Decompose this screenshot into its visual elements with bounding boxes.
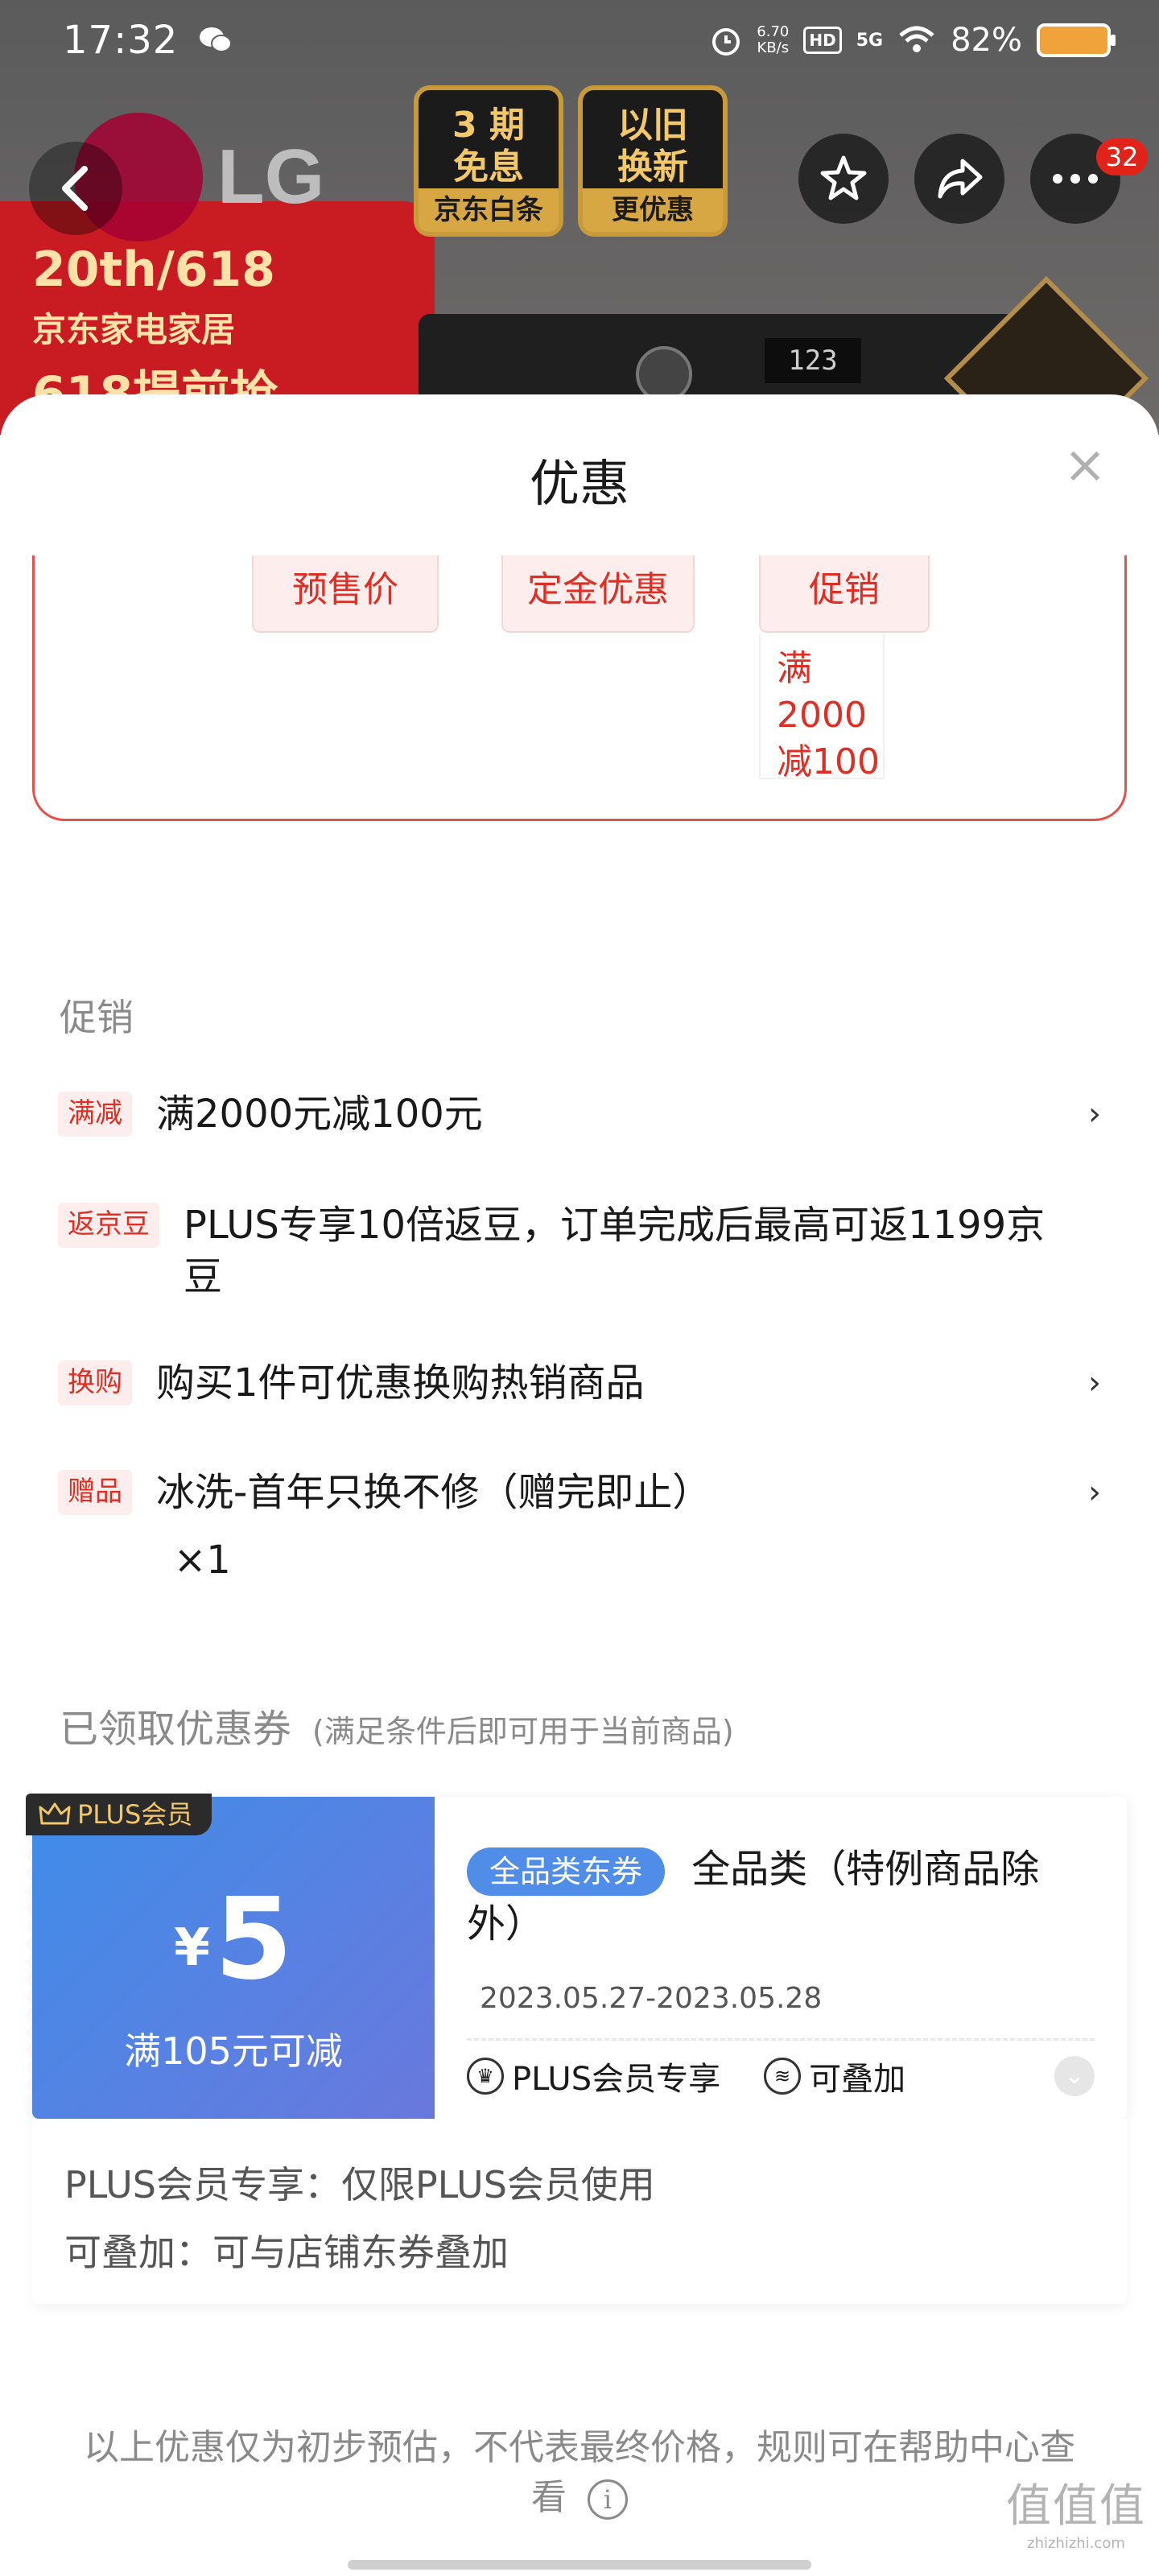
promotion-tag: 促销 [759, 555, 930, 633]
coupon-tag-plus-text: PLUS会员专享 [512, 2061, 721, 2098]
plus-member-badge: PLUS会员 [26, 1794, 212, 1835]
promotion-row-jd-beans: 返京豆 PLUS专享10倍返豆，订单完成后最高可返1199京豆 [58, 1199, 1111, 1302]
promotion-text: PLUS专享10倍返豆，订单完成后最高可返1199京豆 [184, 1203, 1046, 1299]
brand-logo-text: LG [217, 134, 325, 220]
promotion-row-discount[interactable]: 满减 满2000元减100元 › [58, 1088, 1111, 1140]
wechat-icon [200, 27, 233, 52]
coupon-card[interactable]: PLUS会员 ¥ 5 满105元可减 全品类东券 全品类（特例商品除外） 202… [24, 1794, 1127, 2119]
favorite-button[interactable] [798, 134, 889, 224]
share-button[interactable] [914, 134, 1004, 224]
network-speed-value: 6.70 [757, 23, 790, 40]
installment-badge-footer: 京东白条 [419, 188, 559, 232]
coupon-tag-stackable-text: 可叠加 [809, 2061, 906, 2098]
sheet-title: 优惠 [529, 454, 629, 513]
promotion-detail: 满2000 减100 [759, 634, 885, 782]
chevron-down-icon[interactable]: ⌄ [1054, 2056, 1095, 2096]
battery-percent: 82% [951, 22, 1022, 59]
coupon-title-line: 全品类东券 全品类（特例商品除外） [467, 1842, 1095, 1951]
plus-member-badge-text: PLUS会员 [77, 1799, 193, 1830]
promotion-text: 满2000元减100元 [156, 1092, 483, 1137]
coupon-amount: ¥ 5 [32, 1874, 435, 2005]
close-icon: × [1063, 436, 1107, 495]
promotion-row-gift[interactable]: 赠品 冰洗-首年只换不修（赠完即止） › [58, 1467, 1111, 1518]
coupons-subtitle: (满足条件后即可用于当前商品) [312, 1714, 734, 1749]
battery-icon [1037, 23, 1116, 57]
promotions-section-title: 促销 [60, 996, 134, 1039]
status-icons: 6.70 KB/s HD 5G 82% [710, 22, 1116, 59]
installment-badge: 3 期 免息 京东白条 [414, 85, 563, 237]
event-line2: 京东家电家居 [32, 310, 236, 349]
installment-badge-line1: 3 期 [452, 105, 525, 146]
coupons-heading: 已领取优惠券 (满足条件后即可用于当前商品) [60, 1697, 734, 1753]
chevron-right-icon: › [1088, 1364, 1101, 1402]
price-breakdown-box: 预售价 定金优惠 促销 满2000 减100 [32, 555, 1127, 821]
promotion-detail-line2: 减100 [777, 741, 880, 782]
network-speed-unit: KB/s [757, 39, 790, 56]
presale-price-tag: 预售价 [252, 555, 439, 633]
watermark-logo: 值值值 [1006, 2480, 1146, 2533]
trade-in-badge-line1: 以旧 [617, 105, 688, 146]
status-bar: 17:32 6.70 KB/s HD 5G 82% [0, 0, 1159, 80]
hd-icon: HD [803, 27, 842, 54]
coupon-condition: 满105元可减 [124, 2029, 343, 2073]
promotion-label: 返京豆 [58, 1203, 159, 1248]
network-speed: 6.70 KB/s [757, 24, 789, 56]
installment-badge-line2: 免息 [453, 147, 524, 188]
promotion-text: 冰洗-首年只换不修（赠完即止） [156, 1470, 711, 1515]
promotion-row-trade-up[interactable]: 换购 购买1件可优惠换购热销商品 › [58, 1357, 1111, 1409]
coupon-type-pill: 全品类东券 [467, 1847, 666, 1896]
currency-symbol: ¥ [174, 1918, 210, 1978]
watermark-url: zhizhizhi.com [1027, 2535, 1125, 2552]
chevron-left-icon [62, 166, 88, 211]
event-line1: 20th/618 [32, 242, 276, 298]
coupon-tags: ♛ PLUS会员专享 ≋ 可叠加 ⌄ [467, 2053, 1095, 2099]
share-icon [938, 159, 983, 199]
coupon-tag-plus: ♛ PLUS会员专享 [467, 2053, 720, 2099]
promotion-label: 换购 [58, 1360, 132, 1406]
coupon-description: PLUS会员专享：仅限PLUS会员使用 可叠加：可与店铺东券叠加 [32, 2119, 1127, 2304]
signal-5g-icon: 5G [856, 30, 884, 51]
promotion-text: 购买1件可优惠换购热销商品 [156, 1360, 645, 1406]
message-count-badge: 32 [1096, 138, 1148, 175]
washer-display: 123 [765, 338, 861, 383]
coupon-description-line1: PLUS会员专享：仅限PLUS会员使用 [64, 2163, 655, 2207]
crown-icon: ♛ [467, 2058, 504, 2095]
coupon-description-line2: 可叠加：可与店铺东券叠加 [64, 2231, 509, 2274]
info-icon[interactable]: i [588, 2479, 628, 2520]
back-button[interactable] [29, 142, 122, 235]
coupon-divider [467, 2038, 1095, 2041]
coupon-tag-stackable: ≋ 可叠加 [764, 2053, 905, 2099]
promotion-detail-line1: 满2000 [777, 648, 867, 736]
crown-icon [39, 1802, 71, 1825]
coupon-value-panel: PLUS会员 ¥ 5 满105元可减 [24, 1794, 435, 2119]
chevron-right-icon: › [1088, 1474, 1101, 1511]
promotion-label: 满减 [58, 1092, 132, 1137]
coupons-title: 已领取优惠券 [60, 1707, 292, 1752]
stack-icon: ≋ [764, 2058, 802, 2095]
disclaimer-text: 以上优惠仅为初步预估，不代表最终价格，规则可在帮助中心查看 [84, 2427, 1075, 2518]
coupon-validity-dates: 2023.05.27-2023.05.28 [480, 1982, 823, 2015]
trade-in-badge-footer: 更优惠 [583, 188, 723, 232]
alarm-icon [712, 28, 740, 56]
deposit-discount-tag: 定金优惠 [501, 555, 695, 633]
disclaimer-note: 以上优惠仅为初步预估，不代表最终价格，规则可在帮助中心查看 i [72, 2423, 1087, 2523]
coupon-amount-value: 5 [214, 1874, 293, 2005]
chevron-right-icon: › [1088, 1096, 1101, 1133]
coupon-info: 全品类东券 全品类（特例商品除外） [467, 1842, 1095, 1951]
more-dots-icon [1053, 174, 1098, 184]
trade-in-badge: 以旧 换新 更优惠 [578, 85, 728, 237]
watermark: 值值值 zhizhizhi.com [1006, 2470, 1146, 2552]
wifi-icon [899, 26, 934, 52]
promotion-label: 赠品 [58, 1470, 132, 1515]
star-icon [820, 155, 867, 200]
home-indicator[interactable] [348, 2560, 811, 2570]
status-time: 17:32 [63, 18, 179, 63]
close-button[interactable]: × [1056, 436, 1114, 494]
gift-quantity: ×1 [174, 1538, 231, 1583]
trade-in-badge-line2: 换新 [617, 147, 688, 188]
